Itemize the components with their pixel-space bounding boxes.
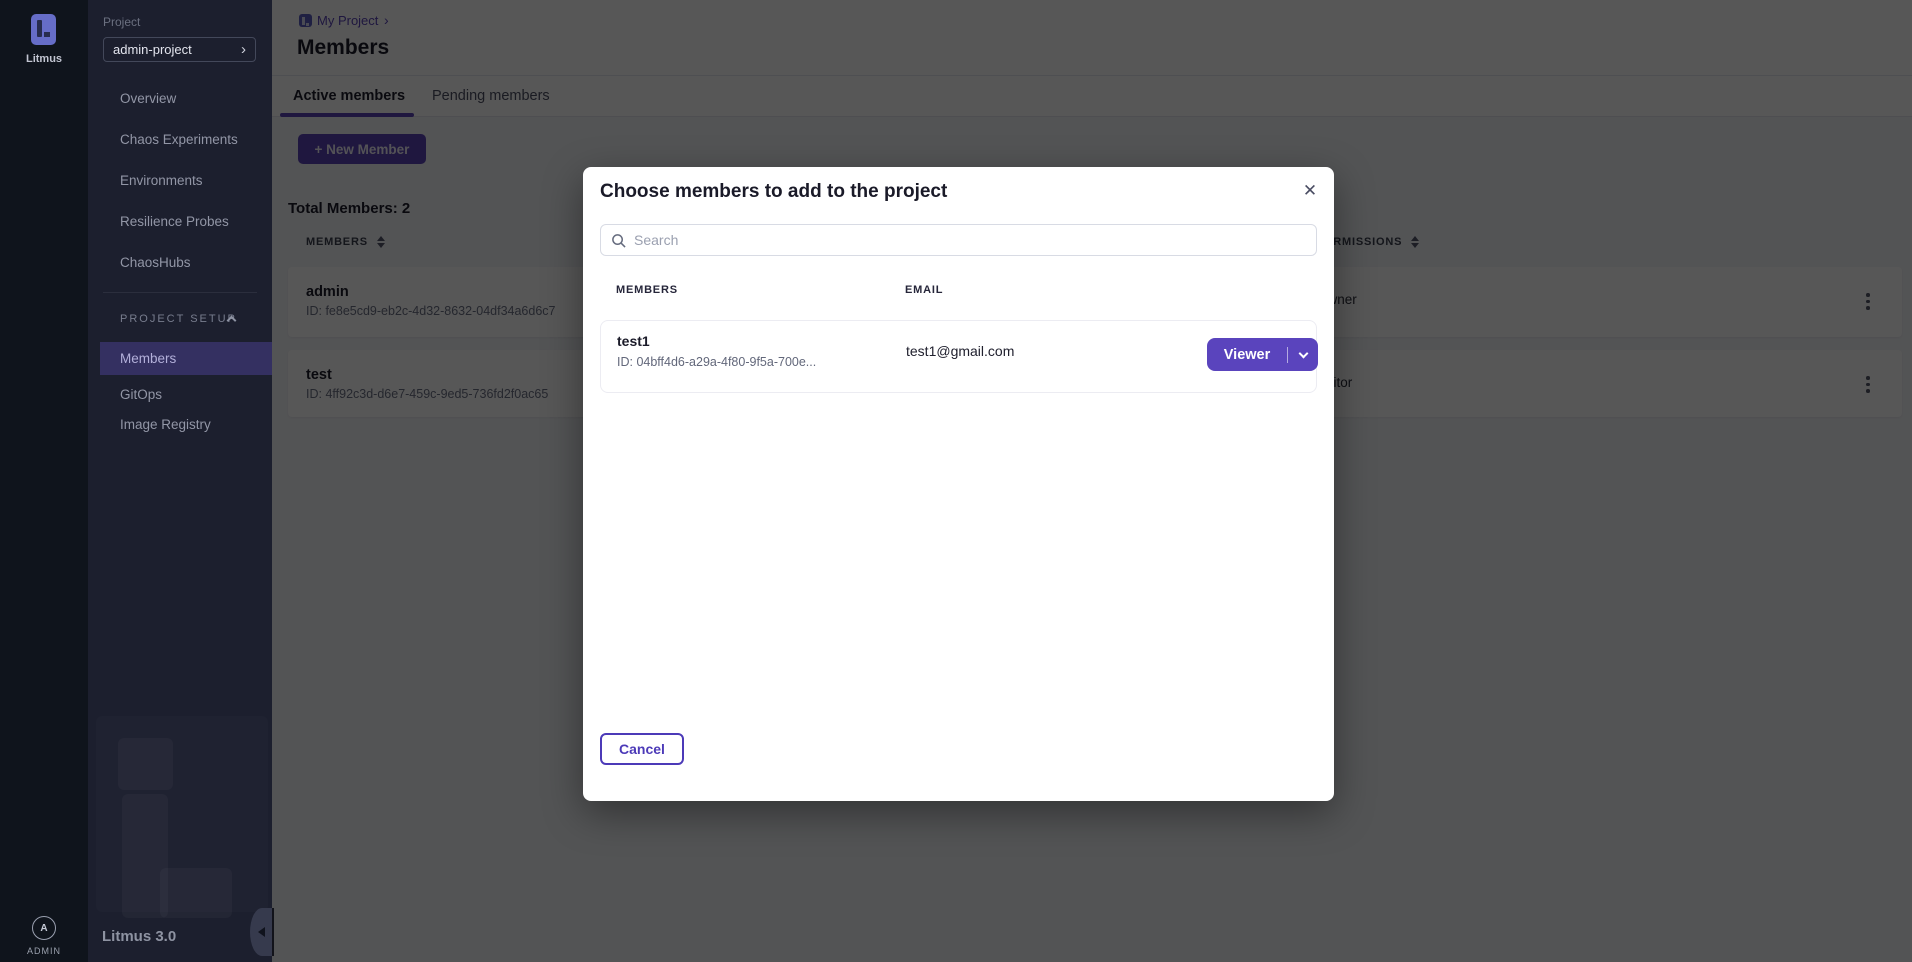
divider [103,292,257,293]
chevron-right-icon: › [241,42,246,57]
sidebar-item-gitops[interactable]: GitOps [88,381,272,407]
sidebar-item-environments[interactable]: Environments [88,167,272,193]
modal-column-email: EMAIL [905,284,943,296]
sidebar-item-chaoshubs[interactable]: ChaosHubs [88,249,272,275]
role-dropdown-button[interactable]: Viewer [1207,338,1318,371]
sidebar-item-resilience-probes[interactable]: Resilience Probes [88,208,272,234]
version-label: Litmus 3.0 [102,928,176,945]
project-setup-section-label: PROJECT SETUP [120,313,237,325]
sidebar-watermark [118,738,173,790]
search-box [600,224,1317,256]
sidebar-watermark [160,868,232,918]
sidebar-item-members[interactable]: Members [100,342,272,375]
add-members-modal: Choose members to add to the project ✕ M… [583,167,1334,801]
brand-label: Litmus [0,53,88,65]
project-select[interactable]: admin-project › [103,37,256,62]
arrow-left-icon [258,927,265,937]
litmus-logo-icon [31,14,56,45]
sidebar-item-overview[interactable]: Overview [88,85,272,111]
left-rail: Litmus A ADMIN [0,0,88,962]
role-dropdown-caret[interactable] [1288,353,1318,357]
candidate-email: test1@gmail.com [906,343,1014,359]
cancel-button[interactable]: Cancel [600,733,684,765]
litmus-app: My Project › Members Active members Pend… [0,0,1912,962]
modal-column-members: MEMBERS [616,284,678,296]
close-icon[interactable]: ✕ [1296,177,1324,205]
sidebar-item-image-registry[interactable]: Image Registry [88,411,272,437]
role-label: Viewer [1207,347,1287,363]
candidate-id: ID: 04bff4d6-a29a-4f80-9f5a-700e... [617,355,816,369]
search-icon [611,233,626,248]
avatar-label: ADMIN [0,946,88,956]
chevron-down-icon [1298,348,1308,358]
sidebar: Project admin-project › Overview Chaos E… [88,0,272,962]
candidate-member-row: test1 ID: 04bff4d6-a29a-4f80-9f5a-700e..… [600,320,1317,393]
project-label: Project [103,15,140,29]
sidebar-collapse-button[interactable] [250,908,274,956]
sidebar-item-chaos-experiments[interactable]: Chaos Experiments [88,126,272,152]
search-input[interactable] [634,232,1306,248]
candidate-name: test1 [617,333,650,349]
project-select-value: admin-project [113,42,192,57]
modal-title: Choose members to add to the project [600,181,947,203]
avatar[interactable]: A [32,916,56,940]
